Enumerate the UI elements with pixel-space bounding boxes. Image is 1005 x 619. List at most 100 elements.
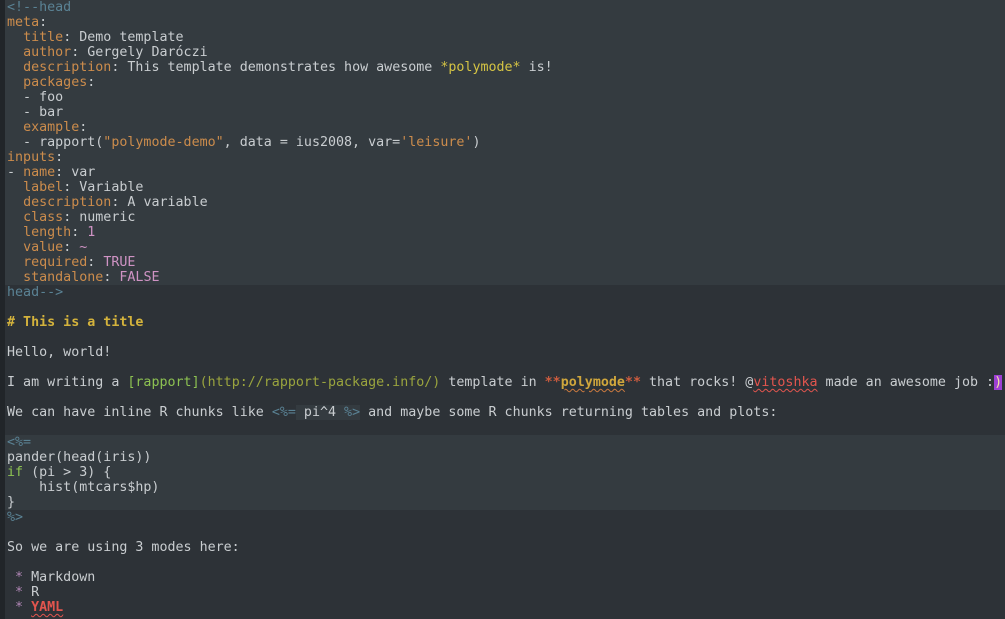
code-line: pander(head(iris)) [5,450,1005,465]
code-line: description: This template demonstrates … [5,60,1005,75]
markdown-url: (http://rapport-package.info/) [200,375,441,390]
bold-marker: ** [625,375,641,390]
text [7,195,23,210]
text: R [23,585,39,600]
yaml-key-or-string: example [23,120,79,135]
yaml-key-or-string: length [23,225,71,240]
code-line [5,555,1005,570]
code-line: meta: [5,15,1005,30]
text: template in [440,375,544,390]
code-line [5,330,1005,345]
keyword-or-link: [rapport] [127,375,199,390]
code-line: } [5,495,1005,510]
text [7,180,23,195]
yaml-key-or-string: 'leisure' [400,135,472,150]
text: made an awesome job : [818,375,995,390]
code-line [5,420,1005,435]
yaml-key-or-string: author [23,45,71,60]
yaml-key-or-string: required [23,255,87,270]
code-line [5,390,1005,405]
text [7,240,23,255]
text: ) [472,135,480,150]
code-line: Hello, world! [5,345,1005,360]
list-bullet: * [15,600,23,615]
text: } [7,495,15,510]
text [7,75,23,90]
text: that rocks! @ [641,375,753,390]
text [7,270,23,285]
chunk-delimiter: %> [344,405,360,420]
code-line: length: 1 [5,225,1005,240]
yaml-literal: 1 [87,225,95,240]
code-line: * YAML [5,600,1005,615]
keyword-or-link: if [7,465,23,480]
code-line: - foo [5,90,1005,105]
text: pi^4 [296,405,344,420]
code-line: We can have inline R chunks like <%= pi^… [5,405,1005,420]
yaml-key-or-string: description [23,60,111,75]
text: : Variable [63,180,143,195]
text: : var [55,165,95,180]
text: I am writing a [7,375,127,390]
code-line: class: numeric [5,210,1005,225]
text [7,225,23,240]
code-line: packages: [5,75,1005,90]
yaml-emphasis: *polymode* [440,60,520,75]
text [23,600,31,615]
list-bullet: * [15,570,23,585]
code-line [5,360,1005,375]
code-line: if (pi > 3) { [5,465,1005,480]
code-line: # This is a title [5,315,1005,330]
editor-buffer[interactable]: <!--headmeta: title: Demo template autho… [5,0,1005,619]
yaml-key-or-string: title [23,30,63,45]
chunk-delimiter: %> [7,510,23,525]
text [7,600,15,615]
text: - bar [7,105,63,120]
code-line [5,525,1005,540]
text: : [55,150,63,165]
code-line: author: Gergely Daróczi [5,45,1005,60]
text [7,570,15,585]
misspelled-word-bold: YAML [31,600,63,615]
yaml-literal: TRUE [103,255,135,270]
code-line: value: ~ [5,240,1005,255]
yaml-key-or-string: description [23,195,111,210]
code-line: inputs: [5,150,1005,165]
text: Markdown [23,570,95,585]
code-line: I am writing a [rapport](http://rapport-… [5,375,1005,390]
emacs-polymode-buffer-window: { "palette": { "bg_base": "#2d3237", "bg… [0,0,1005,619]
text [7,585,15,600]
chunk-delimiter: head--> [7,285,63,300]
text: hist(mtcars$hp) [7,480,159,495]
text: and maybe some R chunks returning tables… [360,405,777,420]
text: : Demo template [63,30,183,45]
bold-word: polymode [561,375,625,390]
code-line: title: Demo template [5,30,1005,45]
chunk-delimiter: <%= [272,405,296,420]
yaml-literal: ~ [79,240,87,255]
code-line: <!--head [5,0,1005,15]
code-line: So we are using 3 modes here: [5,540,1005,555]
text: - rapport( [7,135,103,150]
text: is! [521,60,553,75]
markdown-heading: # This is a title [7,315,143,330]
code-line: description: A variable [5,195,1005,210]
text: : Gergely Daróczi [71,45,207,60]
code-line: label: Variable [5,180,1005,195]
text: pander(head(iris)) [7,450,151,465]
code-line: example: [5,120,1005,135]
cursor-block: ) [994,375,1002,390]
text: : [103,270,119,285]
text [7,45,23,60]
text [7,120,23,135]
text: : [63,240,79,255]
yaml-key-or-string: "polymode-demo" [103,135,223,150]
yaml-literal: FALSE [119,270,159,285]
chunk-delimiter: <%= [7,435,31,450]
text: : numeric [63,210,135,225]
yaml-key-or-string: packages [23,75,87,90]
code-line: - rapport("polymode-demo", data = ius200… [5,135,1005,150]
yaml-key-or-string: label [23,180,63,195]
yaml-key-or-string: name [23,165,55,180]
code-line: hist(mtcars$hp) [5,480,1005,495]
